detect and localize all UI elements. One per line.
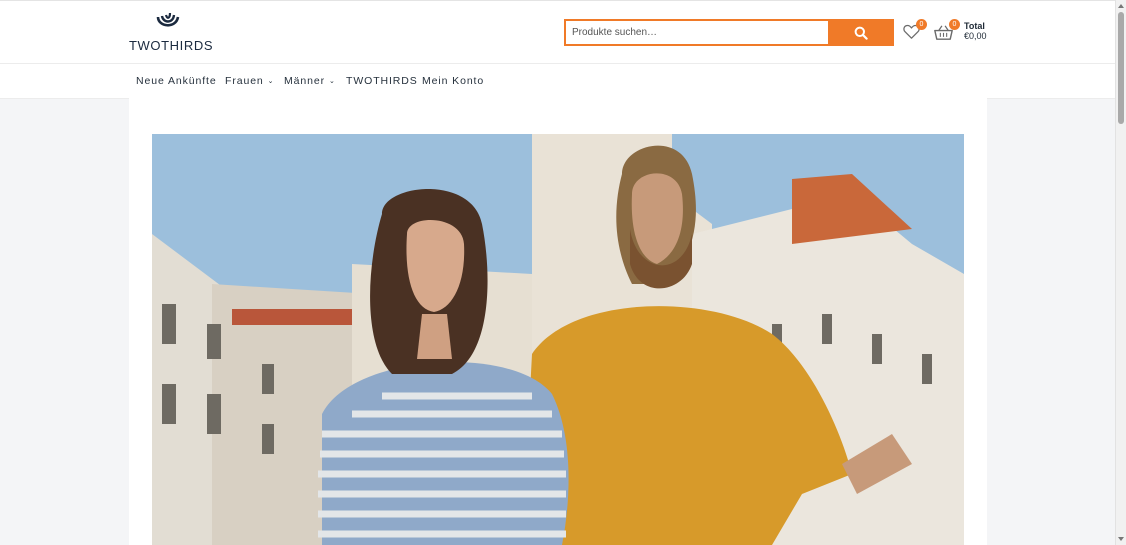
hero-photo-illustration: [152, 134, 964, 545]
search-bar: [564, 19, 894, 46]
content-card: [129, 98, 987, 545]
page: TWOTHIRDS 0 0 Total: [0, 0, 1115, 545]
logo-swirl-icon: [156, 12, 180, 27]
nav-item-maenner[interactable]: Männer ⌄: [284, 75, 336, 87]
wishlist-count-badge: 0: [916, 19, 927, 30]
nav-item-mein-konto[interactable]: Mein Konto: [422, 75, 484, 87]
logo[interactable]: TWOTHIRDS: [129, 11, 214, 53]
scroll-thumb[interactable]: [1118, 12, 1124, 124]
search-button[interactable]: [828, 19, 894, 46]
chevron-down-icon: ⌄: [267, 78, 275, 85]
nav-item-label: Mein Konto: [422, 75, 485, 87]
search-icon: [854, 26, 868, 40]
cart-button[interactable]: 0 Total €0,00: [933, 19, 993, 45]
logo-wordmark: TWOTHIRDS: [129, 38, 214, 53]
nav-item-label: TWOTHIRDS: [346, 75, 418, 87]
hero-image[interactable]: [152, 134, 964, 545]
nav-item-label: Frauen: [225, 75, 264, 87]
chevron-down-icon: ⌄: [329, 78, 336, 85]
cart-count-badge: 0: [949, 19, 960, 30]
scroll-up-arrow-icon[interactable]: [1118, 4, 1124, 8]
nav-item-twothirds[interactable]: TWOTHIRDS: [346, 75, 418, 87]
scroll-down-arrow-icon[interactable]: [1118, 537, 1124, 541]
cart-total-label: Total: [964, 21, 985, 31]
main-navigation: Neue Ankünfte Frauen ⌄ Männer ⌄ TWOTHIRDS …: [0, 63, 1115, 99]
nav-item-label: Neue Ankünfte: [136, 75, 217, 87]
cart-total-value: €0,00: [964, 31, 987, 41]
nav-item-label: Männer: [284, 75, 326, 87]
nav-item-frauen[interactable]: Frauen ⌄: [225, 75, 274, 87]
wishlist-button[interactable]: 0: [902, 19, 928, 45]
vertical-scrollbar[interactable]: [1115, 0, 1126, 545]
nav-item-neue-ankuenfte[interactable]: Neue Ankünfte: [136, 75, 217, 87]
search-input[interactable]: [564, 19, 828, 46]
site-header: TWOTHIRDS 0 0 Total: [0, 0, 1115, 64]
